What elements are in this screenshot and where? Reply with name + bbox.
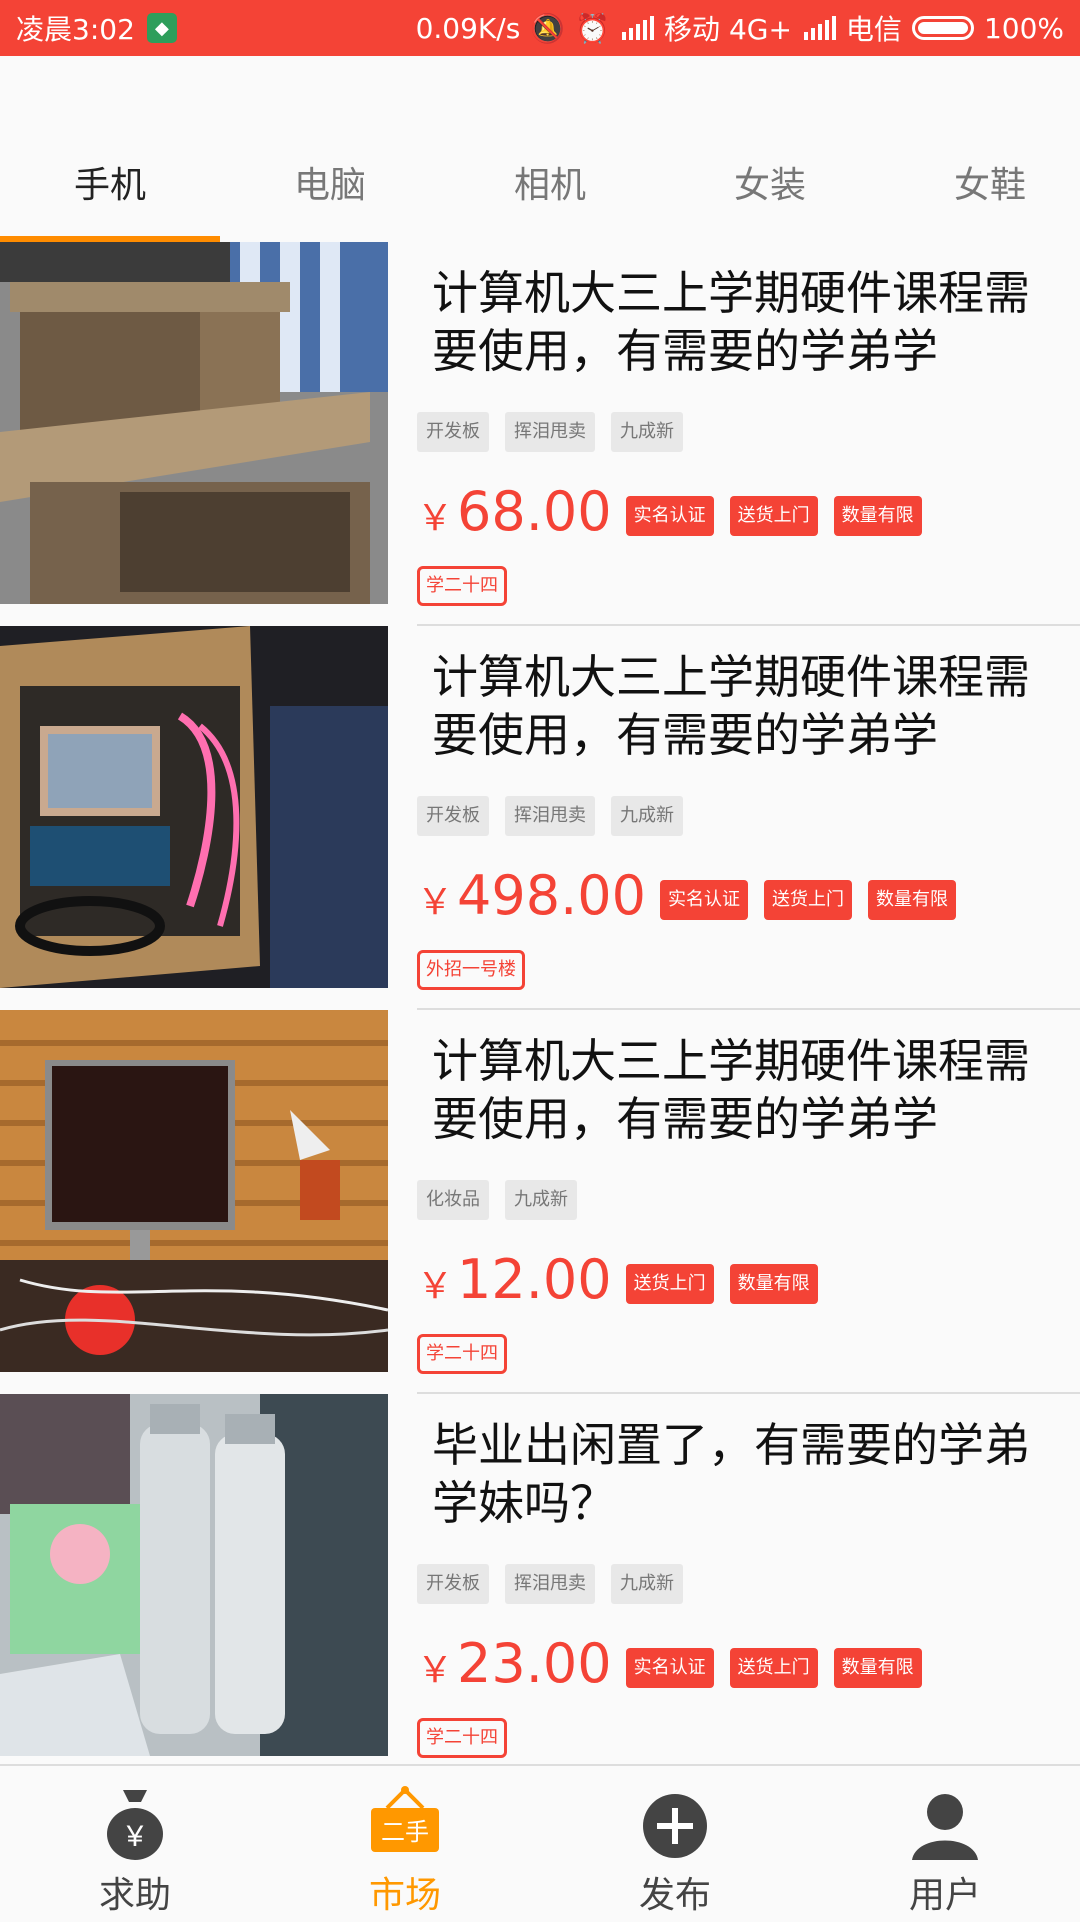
status-time: 凌晨3:02 [16, 13, 135, 46]
badge: 实名认证 [625, 495, 714, 536]
tag-list: 化妆品 九成新 [417, 1180, 577, 1220]
tag: 开发板 [417, 1564, 489, 1604]
product-image[interactable] [0, 626, 388, 988]
tag-list: 开发板 挥泪甩卖 九成新 [417, 1564, 683, 1604]
tag-list: 开发板 挥泪甩卖 九成新 [417, 796, 683, 836]
tag: 开发板 [417, 796, 489, 836]
svg-text:二手: 二手 [381, 1818, 429, 1846]
price-row: ￥23.00 实名认证 送货上门 数量有限 [417, 1634, 922, 1701]
location-tag: 外招一号楼 [417, 950, 525, 990]
user-icon [912, 1794, 978, 1860]
location-tag: 学二十四 [417, 566, 507, 606]
badge: 送货上门 [729, 495, 818, 536]
tag: 开发板 [417, 412, 489, 452]
secondhand-sign-icon: 二手 [371, 1786, 439, 1852]
product-image[interactable] [0, 1010, 388, 1372]
nav-help[interactable]: ¥ 求助 [0, 1766, 270, 1922]
tab-womens-clothing[interactable]: 女装 [662, 156, 878, 208]
nav-user[interactable]: 用户 [810, 1766, 1080, 1922]
tab-camera[interactable]: 相机 [442, 156, 658, 208]
signal-icon-2 [803, 16, 836, 40]
status-bar: 凌晨3:02 ◆ 0.09K/s 🔕 ⏰ 移动 4G+ 电信 100% [0, 0, 1080, 56]
badge: 实名认证 [625, 1647, 714, 1688]
nav-publish-label: 发布 [638, 1875, 711, 1916]
price-row: ￥68.00 实名认证 送货上门 数量有限 [417, 482, 922, 549]
product-image[interactable] [0, 242, 388, 604]
price: ￥23.00 [417, 1632, 612, 1695]
tab-womens-shoes[interactable]: 女鞋 [882, 156, 1080, 208]
tag-list: 开发板 挥泪甩卖 九成新 [417, 412, 683, 452]
tab-computer[interactable]: 电脑 [222, 156, 438, 208]
location-tag: 学二十四 [417, 1334, 507, 1374]
product-title[interactable]: 计算机大三上学期硬件课程需要使用，有需要的学弟学 [432, 264, 1052, 380]
product-image[interactable] [0, 1394, 388, 1756]
shield-icon: ◆ [146, 13, 177, 43]
badge: 送货上门 [625, 1263, 714, 1304]
price-row: ￥498.00 实名认证 送货上门 数量有限 [417, 866, 956, 933]
badge: 数量有限 [729, 1263, 818, 1304]
tag: 化妆品 [417, 1180, 489, 1220]
plus-circle-icon [643, 1794, 707, 1858]
badge: 数量有限 [867, 879, 956, 920]
tag: 挥泪甩卖 [505, 412, 595, 452]
tab-phone[interactable]: 手机 [2, 156, 218, 208]
list-item[interactable]: 计算机大三上学期硬件课程需要使用，有需要的学弟学 开发板 挥泪甩卖 九成新 ￥4… [0, 626, 1080, 1010]
badge: 送货上门 [763, 879, 852, 920]
svg-text:¥: ¥ [126, 1820, 144, 1853]
tag: 九成新 [505, 1180, 577, 1220]
product-title[interactable]: 毕业出闲置了，有需要的学弟学妹吗？ [432, 1416, 1052, 1532]
price: ￥68.00 [417, 480, 612, 543]
list-item[interactable]: 计算机大三上学期硬件课程需要使用，有需要的学弟学 开发板 挥泪甩卖 九成新 ￥6… [0, 242, 1080, 626]
bottom-nav: ¥ 求助 二手 市场 发布 用户 [0, 1764, 1080, 1922]
mute-icon: 🔕 [530, 11, 566, 45]
nav-user-label: 用户 [908, 1875, 981, 1916]
alarm-icon: ⏰ [575, 11, 611, 45]
battery-percent: 100% [983, 11, 1064, 45]
tag: 九成新 [611, 412, 683, 452]
badge: 送货上门 [729, 1647, 818, 1688]
badge: 数量有限 [833, 495, 922, 536]
price: ￥498.00 [417, 864, 646, 927]
list-item[interactable]: 计算机大三上学期硬件课程需要使用，有需要的学弟学 化妆品 九成新 ￥12.00 … [0, 1010, 1080, 1394]
nav-market-label: 市场 [368, 1875, 441, 1916]
product-title[interactable]: 计算机大三上学期硬件课程需要使用，有需要的学弟学 [432, 648, 1052, 764]
nav-market[interactable]: 二手 市场 [270, 1766, 540, 1922]
tag: 挥泪甩卖 [505, 796, 595, 836]
price: ￥12.00 [417, 1248, 612, 1311]
carrier-1: 移动 4G+ [664, 13, 792, 46]
network-speed: 0.09K/s [415, 11, 521, 45]
list-item[interactable]: 毕业出闲置了，有需要的学弟学妹吗？ 开发板 挥泪甩卖 九成新 ￥23.00 实名… [0, 1394, 1080, 1778]
category-tabs: 手机 电脑 相机 女装 女鞋 [0, 56, 1080, 242]
tag: 九成新 [611, 796, 683, 836]
tag: 九成新 [611, 1564, 683, 1604]
location-tag: 学二十四 [417, 1718, 507, 1758]
badge: 实名认证 [659, 879, 748, 920]
badge: 数量有限 [833, 1647, 922, 1688]
money-bag-icon: ¥ [107, 1790, 163, 1860]
signal-icon [622, 16, 655, 40]
tag: 挥泪甩卖 [505, 1564, 595, 1604]
carrier-2: 电信 [845, 13, 902, 46]
product-title[interactable]: 计算机大三上学期硬件课程需要使用，有需要的学弟学 [432, 1032, 1052, 1148]
price-row: ￥12.00 送货上门 数量有限 [417, 1250, 818, 1317]
nav-publish[interactable]: 发布 [540, 1766, 810, 1922]
battery-icon [911, 16, 974, 40]
nav-help-label: 求助 [98, 1875, 171, 1916]
